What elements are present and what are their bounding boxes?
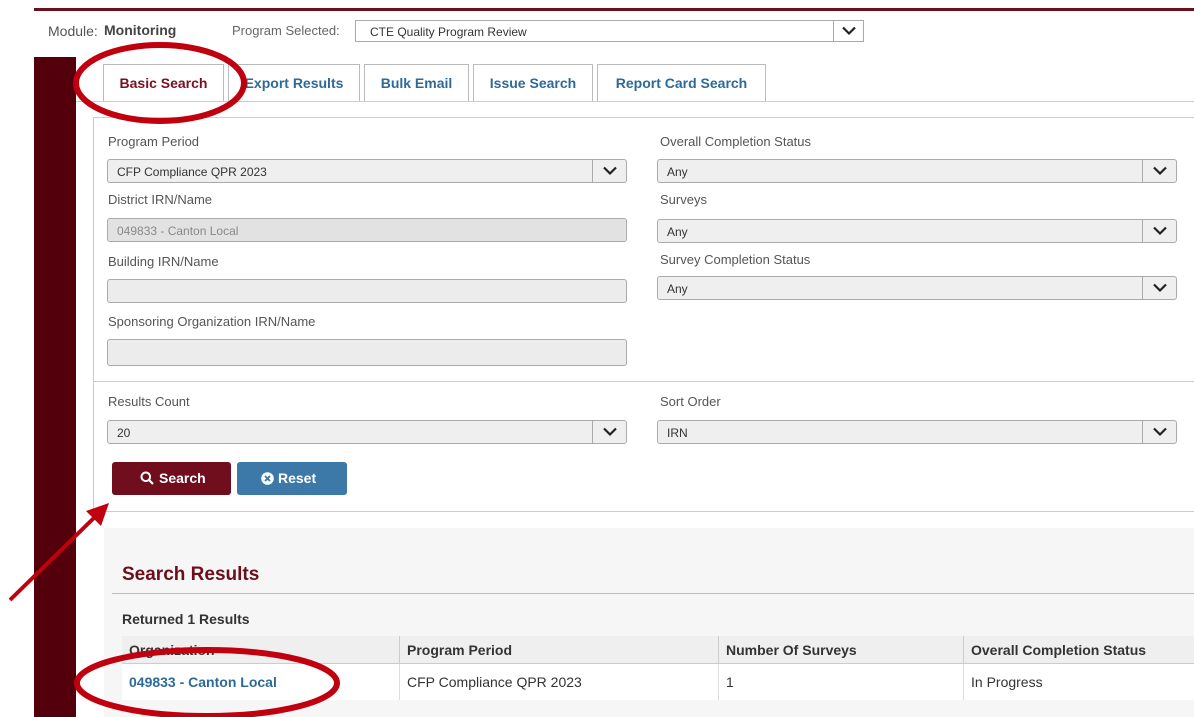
chevron-down-icon[interactable] <box>1142 421 1176 443</box>
program-period-value: CFP Compliance QPR 2023 <box>117 165 267 179</box>
tab-export-results[interactable]: Export Results <box>228 64 360 102</box>
program-period-label: Program Period <box>108 134 200 149</box>
overall-completion-status-label: Overall Completion Status <box>660 134 812 149</box>
search-button-label: Search <box>159 470 206 486</box>
building-label: Building IRN/Name <box>108 254 219 269</box>
sponsoring-org-field[interactable] <box>107 339 627 366</box>
module-value: Monitoring <box>104 22 177 38</box>
table-cell-program-period: CFP Compliance QPR 2023 <box>400 664 719 700</box>
chevron-down-icon[interactable] <box>592 421 626 443</box>
sort-order-select[interactable]: IRN <box>657 420 1177 444</box>
chevron-down-icon[interactable] <box>1142 277 1176 299</box>
program-selected-label: Program Selected: <box>232 23 340 38</box>
top-border-line <box>34 8 1194 11</box>
survey-completion-status-label: Survey Completion Status <box>660 252 811 267</box>
column-header-overall-completion-status[interactable]: Overall Completion Status <box>964 636 1194 664</box>
table-cell-overall-completion-status: In Progress <box>971 674 1043 690</box>
surveys-label: Surveys <box>660 192 707 207</box>
tabs-baseline <box>76 101 1194 102</box>
form-divider <box>93 381 1194 382</box>
returned-count-text: Returned 1 Results <box>122 611 250 627</box>
district-value: 049833 - Canton Local <box>117 224 239 238</box>
reset-button-label: Reset <box>278 470 317 486</box>
sort-order-value: IRN <box>667 426 688 440</box>
column-header-program-period[interactable]: Program Period <box>400 636 719 664</box>
overall-completion-status-value: Any <box>667 165 688 179</box>
results-title-rule <box>112 593 1194 594</box>
tab-basic-search[interactable]: Basic Search <box>103 64 224 102</box>
building-field[interactable] <box>107 279 627 303</box>
table-cell-organization[interactable]: 049833 - Canton Local <box>122 664 400 700</box>
reset-button[interactable]: Reset <box>237 462 347 495</box>
search-button[interactable]: Search <box>112 462 231 495</box>
chevron-down-icon[interactable] <box>833 21 863 41</box>
overall-completion-status-select[interactable]: Any <box>657 159 1177 183</box>
table-cell-number-of-surveys: 1 <box>719 664 964 700</box>
district-label: District IRN/Name <box>108 192 213 207</box>
reset-circle-x-icon <box>261 472 274 488</box>
program-period-select[interactable]: CFP Compliance QPR 2023 <box>107 159 627 183</box>
results-table: Organization Program Period Number Of Su… <box>122 636 1194 700</box>
search-results-title: Search Results <box>122 564 260 585</box>
program-selected-dropdown[interactable]: CTE Quality Program Review <box>355 20 864 42</box>
results-count-value: 20 <box>117 426 131 440</box>
district-field: 049833 - Canton Local <box>107 218 627 242</box>
chevron-down-icon[interactable] <box>592 160 626 182</box>
column-header-organization[interactable]: Organization <box>122 636 400 664</box>
chevron-down-icon[interactable] <box>1142 220 1176 242</box>
left-sidebar-rail <box>34 57 76 717</box>
module-label: Module: <box>48 23 98 39</box>
surveys-select[interactable]: Any <box>657 219 1177 243</box>
program-selected-value: CTE Quality Program Review <box>370 25 527 39</box>
search-icon <box>140 471 154 488</box>
column-header-number-of-surveys[interactable]: Number Of Surveys <box>719 636 964 664</box>
survey-completion-status-select[interactable]: Any <box>657 276 1177 300</box>
results-count-select[interactable]: 20 <box>107 420 627 444</box>
tab-bulk-email[interactable]: Bulk Email <box>364 64 469 102</box>
tab-report-card-search[interactable]: Report Card Search <box>597 64 766 102</box>
sort-order-label: Sort Order <box>660 394 721 409</box>
tab-issue-search[interactable]: Issue Search <box>473 64 593 102</box>
surveys-value: Any <box>667 225 688 239</box>
organization-link[interactable]: 049833 - Canton Local <box>129 674 277 690</box>
chevron-down-icon[interactable] <box>1142 160 1176 182</box>
results-count-label: Results Count <box>108 394 190 409</box>
sponsoring-org-label: Sponsoring Organization IRN/Name <box>108 314 316 329</box>
survey-completion-status-value: Any <box>667 282 688 296</box>
